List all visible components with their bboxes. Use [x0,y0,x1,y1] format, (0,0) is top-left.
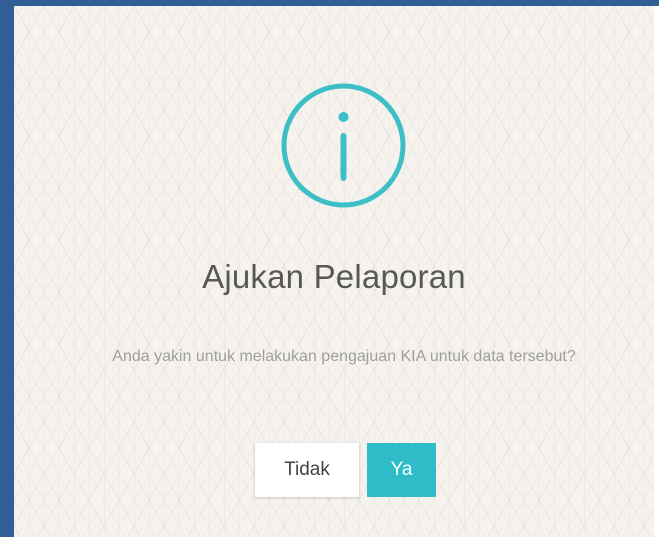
confirmation-dialog: Ajukan Pelaporan Anda yakin untuk melaku… [14,6,654,537]
cancel-button[interactable]: Tidak [255,443,359,497]
dialog-title: Ajukan Pelaporan [202,258,466,295]
modal-overlay: Ajukan Pelaporan Anda yakin untuk melaku… [0,0,659,537]
confirm-button[interactable]: Ya [367,443,436,497]
dialog-message: Anda yakin untuk melakukan pengajuan KIA… [112,348,576,365]
window-border-left [0,0,14,537]
info-icon [281,83,406,208]
